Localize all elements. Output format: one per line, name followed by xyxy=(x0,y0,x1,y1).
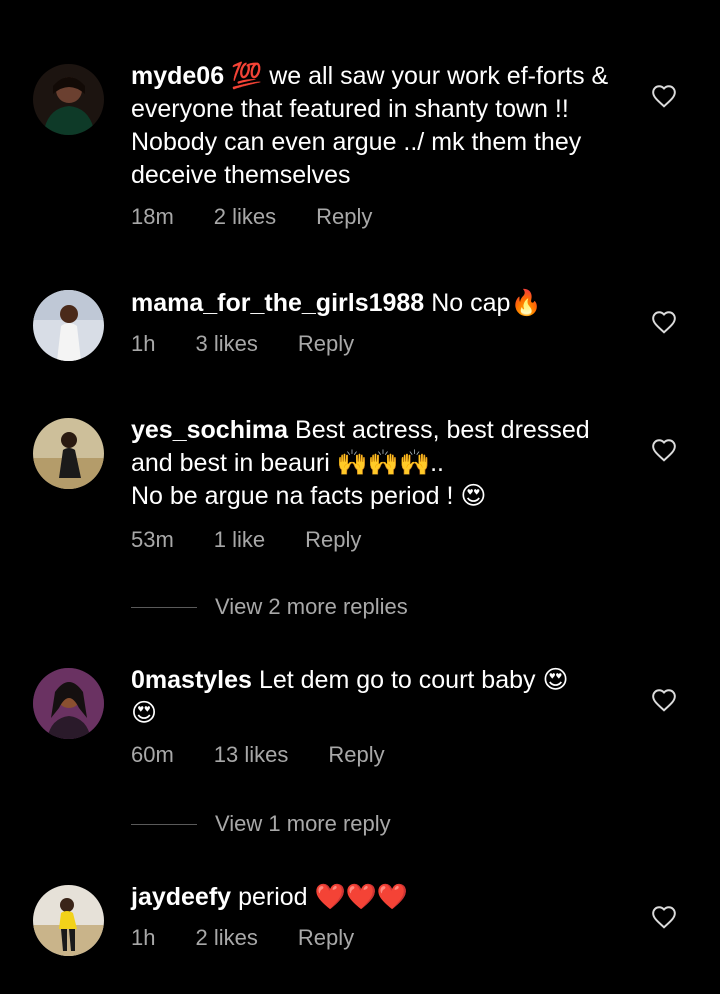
comment-username[interactable]: 0mastyles xyxy=(131,666,252,694)
comment-meta: 1h 2 likes Reply xyxy=(131,924,631,952)
comment-body-ellipsis: .. xyxy=(430,449,445,477)
avatar[interactable] xyxy=(33,885,104,956)
reply-button[interactable]: Reply xyxy=(298,330,354,358)
comment-likes[interactable]: 13 likes xyxy=(214,741,289,769)
comment-time: 18m xyxy=(131,204,174,229)
hundred-points-emoji: 💯 xyxy=(231,62,263,90)
like-heart-icon[interactable] xyxy=(651,905,677,931)
heart-eyes-emoji: 😍 xyxy=(542,666,569,694)
reply-button[interactable]: Reply xyxy=(298,924,354,952)
comment-body-line3: No be argue na facts period ! xyxy=(131,482,454,510)
comment-meta: 18m 2 likes Reply xyxy=(131,203,631,231)
raising-hands-emoji: 🙌🙌🙌 xyxy=(336,449,431,477)
heart-eyes-emoji: 😍 xyxy=(460,482,487,510)
reply-thread-divider xyxy=(131,823,197,825)
user-avatar-photo-icon xyxy=(33,290,104,361)
comment-username[interactable]: myde06 xyxy=(131,62,224,90)
comment-likes[interactable]: 1 like xyxy=(214,526,265,554)
like-heart-icon[interactable] xyxy=(651,688,677,714)
comment-body: period xyxy=(238,883,308,911)
like-heart-icon[interactable] xyxy=(651,84,677,110)
view-more-replies-button[interactable]: View 2 more replies xyxy=(131,594,408,620)
avatar[interactable] xyxy=(33,418,104,489)
comment-username[interactable]: yes_sochima xyxy=(131,416,288,444)
fire-emoji: 🔥 xyxy=(510,289,542,317)
comment-meta: 53m 1 like Reply xyxy=(131,526,631,554)
comment-time: 1h xyxy=(131,331,156,356)
comment-time: 53m xyxy=(131,527,174,552)
comment-likes[interactable]: 3 likes xyxy=(195,330,257,358)
user-avatar-photo-icon xyxy=(33,668,104,739)
comment-likes[interactable]: 2 likes xyxy=(195,924,257,952)
comment-time: 60m xyxy=(131,742,174,767)
comment-text: mama_for_the_girls1988 No cap🔥 xyxy=(131,287,631,320)
view-more-replies-label[interactable]: View 1 more reply xyxy=(215,811,391,837)
comment-meta: 1h 3 likes Reply xyxy=(131,330,631,358)
comment-body: Let dem go to court baby xyxy=(258,666,536,694)
heart-eyes-emoji: 😍 xyxy=(131,699,158,727)
view-more-replies-button[interactable]: View 1 more reply xyxy=(131,811,391,837)
reply-thread-divider xyxy=(131,606,197,608)
comment-time: 1h xyxy=(131,925,156,950)
comment-text: jaydeefy period ❤️❤️❤️ xyxy=(131,881,631,914)
comment-meta: 60m 13 likes Reply xyxy=(131,741,631,769)
like-heart-icon[interactable] xyxy=(651,438,677,464)
avatar[interactable] xyxy=(33,290,104,361)
user-avatar-photo-icon xyxy=(33,885,104,956)
avatar[interactable] xyxy=(33,64,104,135)
comment-likes[interactable]: 2 likes xyxy=(214,203,276,231)
comment-username[interactable]: mama_for_the_girls1988 xyxy=(131,289,424,317)
view-more-replies-label[interactable]: View 2 more replies xyxy=(215,594,408,620)
like-heart-icon[interactable] xyxy=(651,310,677,336)
comment-text: 0mastyles Let dem go to court baby 😍 😍 xyxy=(131,664,631,730)
reply-button[interactable]: Reply xyxy=(305,526,361,554)
comment-username[interactable]: jaydeefy xyxy=(131,883,231,911)
comment-text: myde06 💯 we all saw your work ef-forts & … xyxy=(131,60,631,192)
reply-button[interactable]: Reply xyxy=(328,741,384,769)
comment-text: yes_sochima Best actress, best dressed an… xyxy=(131,414,631,513)
avatar[interactable] xyxy=(33,668,104,739)
comment-body: No cap xyxy=(431,289,511,317)
red-hearts-emoji: ❤️❤️❤️ xyxy=(314,883,408,911)
reply-button[interactable]: Reply xyxy=(316,203,372,231)
user-avatar-photo-icon xyxy=(33,418,104,489)
user-avatar-photo-icon xyxy=(33,64,104,135)
